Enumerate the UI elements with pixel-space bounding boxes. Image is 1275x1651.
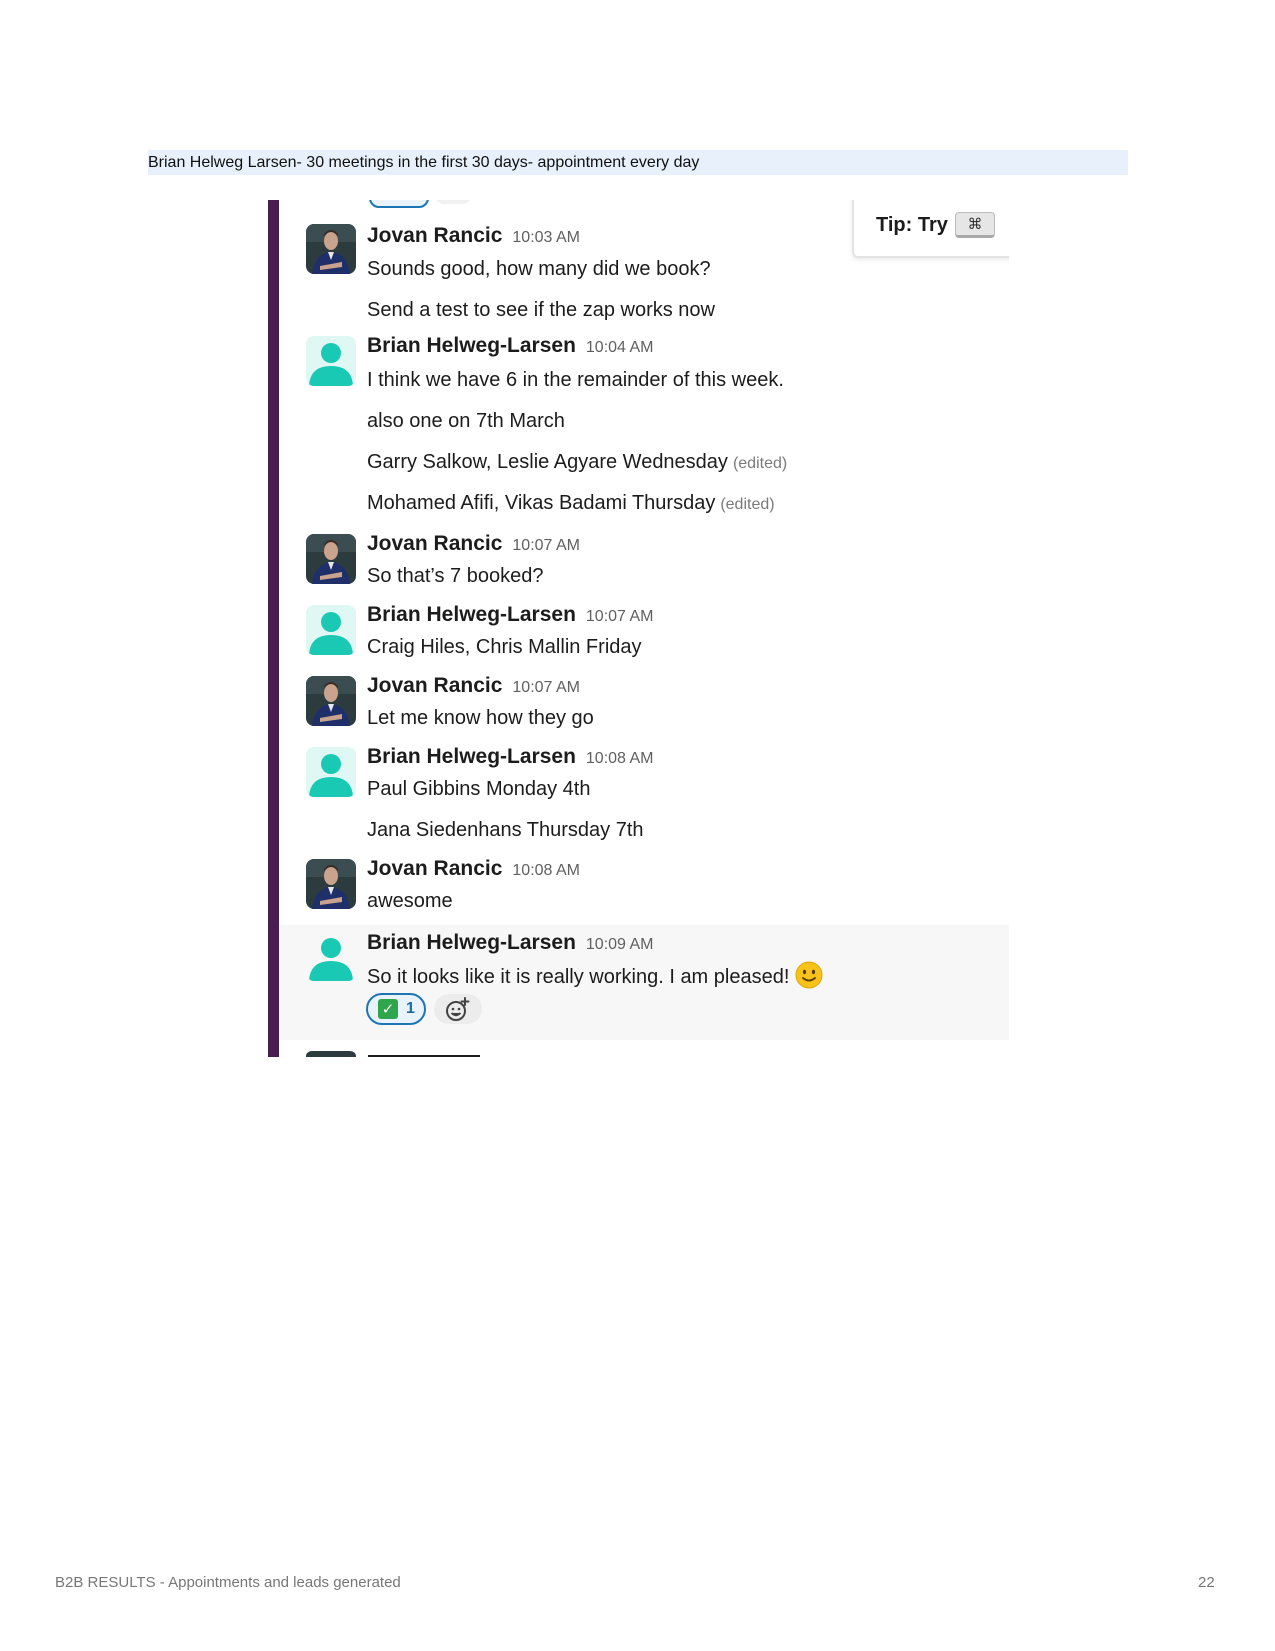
message-text: Send a test to see if the zap works now (367, 299, 715, 321)
clipped-next-message (306, 1048, 566, 1057)
message-text: So that’s 7 booked? (367, 565, 544, 587)
clipped-reaction-pill[interactable] (369, 200, 429, 208)
message-sender[interactable]: Brian Helweg-Larsen 10:09 AM (367, 931, 654, 955)
page-number: 22 (1198, 1574, 1215, 1591)
edited-label: (edited) (732, 455, 788, 472)
add-reaction-icon (446, 997, 470, 1021)
default-person-avatar[interactable] (306, 747, 356, 797)
message-text: So it looks like it is really working. I… (367, 961, 823, 989)
message-text: Jana Siedenhans Thursday 7th (367, 819, 644, 841)
photo-avatar[interactable] (306, 676, 356, 726)
default-person-avatar[interactable] (306, 605, 356, 655)
photo-avatar[interactable] (306, 534, 356, 584)
message-group-highlighted[interactable]: Brian Helweg-Larsen 10:09 AM So it looks … (279, 925, 1009, 1040)
message-group[interactable]: Brian Helweg-Larsen 10:04 AM I think we h… (268, 330, 1009, 514)
message-group[interactable]: Jovan Rancic 10:07 AM So that’s 7 booked? (268, 528, 1009, 594)
message-timestamp[interactable]: 10:07 AM (586, 608, 654, 625)
message-timestamp[interactable]: 10:08 AM (512, 862, 580, 879)
message-text: Let me know how they go (367, 707, 594, 729)
message-timestamp[interactable]: 10:09 AM (586, 936, 654, 953)
message-sender[interactable]: Brian Helweg-Larsen 10:08 AM (367, 745, 654, 769)
message-text: Craig Hiles, Chris Mallin Friday (367, 636, 642, 658)
slack-screenshot: Tip: Try ⌘ Jovan Rancic 10:03 AM Sounds g… (268, 200, 1009, 1057)
message-text: I think we have 6 in the remainder of th… (367, 369, 784, 391)
message-sender[interactable]: Brian Helweg-Larsen 10:07 AM (367, 603, 654, 627)
message-timestamp[interactable]: 10:07 AM (512, 537, 580, 554)
message-sender[interactable]: Jovan Rancic 10:07 AM (367, 674, 580, 698)
reaction-count: 1 (406, 1000, 415, 1017)
message-sender[interactable]: Jovan Rancic 10:08 AM (367, 857, 580, 881)
message-group[interactable]: Brian Helweg-Larsen 10:07 AM Craig Hiles,… (268, 599, 1009, 665)
add-reaction-button[interactable] (434, 994, 482, 1024)
document-heading: Brian Helweg Larsen- 30 meetings in the … (148, 150, 1128, 175)
message-text: Paul Gibbins Monday 4th (367, 778, 591, 800)
default-person-avatar[interactable] (306, 931, 356, 981)
reaction-pill[interactable]: ✓ 1 (366, 993, 426, 1025)
message-sender[interactable]: Jovan Rancic 10:03 AM (367, 224, 580, 248)
message-sender[interactable]: Brian Helweg-Larsen 10:04 AM (367, 334, 654, 358)
message-timestamp[interactable]: 10:04 AM (586, 339, 654, 356)
message-group[interactable]: Brian Helweg-Larsen 10:08 AM Paul Gibbins… (268, 741, 1009, 848)
photo-avatar[interactable] (306, 224, 356, 274)
message-text: Sounds good, how many did we book? (367, 258, 711, 280)
message-group[interactable]: Jovan Rancic 10:07 AM Let me know how the… (268, 670, 1009, 736)
photo-avatar[interactable] (306, 859, 356, 909)
white-check-mark-icon: ✓ (378, 999, 398, 1019)
message-sender[interactable]: Jovan Rancic 10:07 AM (367, 532, 580, 556)
message-group[interactable]: Jovan Rancic 10:08 AM awesome (268, 853, 1009, 919)
edited-label: (edited) (720, 496, 775, 513)
slightly-smiling-face-icon (795, 961, 823, 989)
clipped-add-reaction-pill[interactable] (435, 200, 471, 204)
default-person-avatar[interactable] (306, 336, 356, 386)
message-timestamp[interactable]: 10:07 AM (512, 679, 580, 696)
message-text: Mohamed Afifi, Vikas Badami Thursday (edi… (367, 492, 775, 514)
message-text: Garry Salkow, Leslie Agyare Wednesday (ed… (367, 451, 788, 473)
message-timestamp[interactable]: 10:03 AM (512, 229, 580, 246)
message-text: awesome (367, 890, 453, 912)
document-footer: B2B RESULTS - Appointments and leads gen… (55, 1574, 401, 1591)
message-timestamp[interactable]: 10:08 AM (586, 750, 654, 767)
message-text: also one on 7th March (367, 410, 565, 432)
message-group[interactable]: Jovan Rancic 10:03 AM Sounds good, how ma… (268, 218, 1009, 328)
